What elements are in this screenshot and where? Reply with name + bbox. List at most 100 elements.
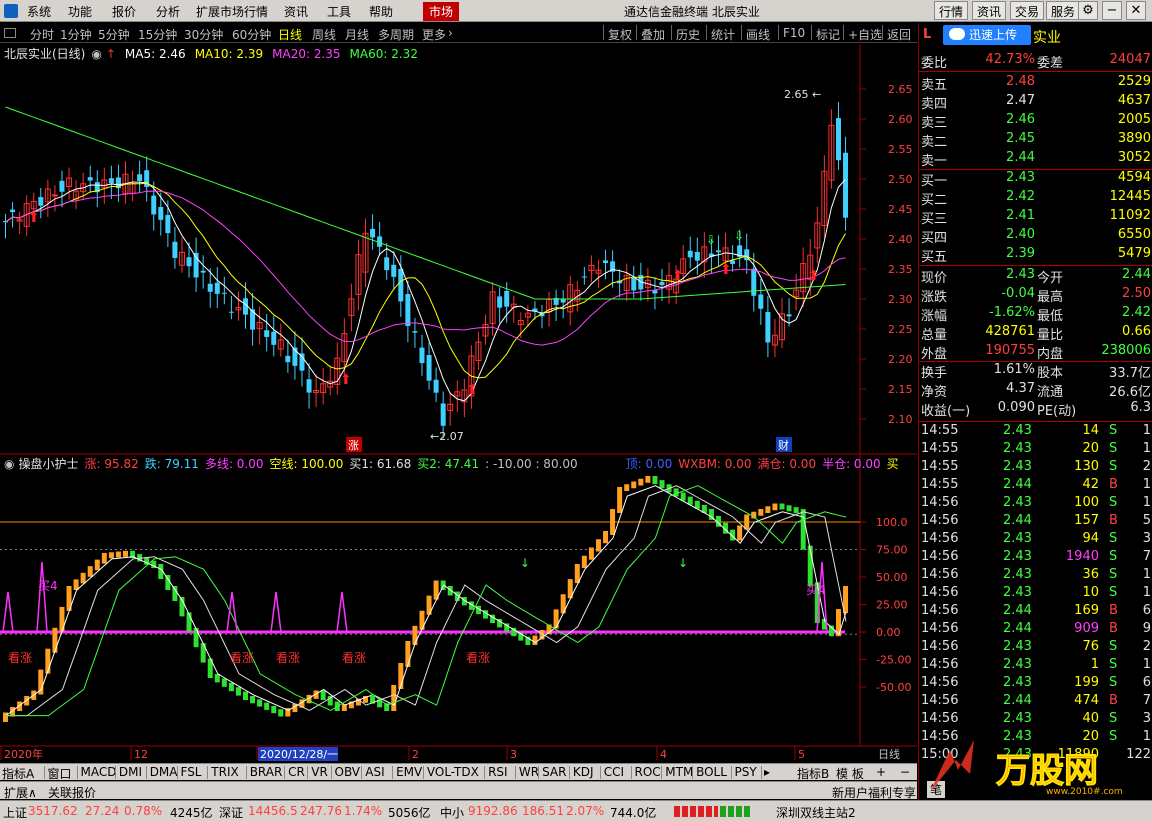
toolbar-separator [843,25,844,40]
tool-5[interactable]: F10 [783,26,805,40]
indicator-tab-0[interactable]: 指标A [2,765,34,782]
sh-value[interactable]: 3517.62 [28,804,78,818]
period-2[interactable]: 5分钟 [98,26,130,43]
tool-2[interactable]: 历史 [676,26,700,43]
tab-right-3[interactable]: − [900,765,910,779]
indicator-field-7: 顶: 0.00 [625,457,673,471]
indicator-bar [645,476,651,483]
top-nav-3[interactable]: 服务 [1046,1,1081,20]
indicator-tab-13[interactable]: VOL-TDX [427,765,479,779]
candle-body [419,347,425,364]
top-nav-2[interactable]: 交易 [1010,1,1045,20]
server-name[interactable]: 深圳双线主站2 [776,804,856,821]
indicator-bar [793,507,799,514]
tab-scroll-right-icon[interactable]: ▸ [764,765,770,779]
menu-item-1[interactable]: 功能 [68,3,92,20]
indicator-tab-20[interactable]: MTM [665,765,693,779]
tab-right-0[interactable]: 指标B [797,765,829,782]
more-chevron-icon[interactable]: › [448,26,453,40]
indicator-bar [412,625,418,645]
hollow-arrow-icon: ⇩ [734,229,744,243]
tool-0[interactable]: 复权 [608,26,632,43]
tick-count: 1 [1142,477,1151,492]
tool-7[interactable]: +自选 [848,26,882,43]
indicator-tab-10[interactable]: OBV [335,765,361,779]
tick-time: 14:56 [921,621,959,636]
stat-row: 外盘 190755 内盘 238006 [919,342,1152,362]
tab-right-2[interactable]: + [876,765,886,779]
settings-icon[interactable]: ⚙ [1078,1,1098,20]
tab-separator [361,766,363,779]
layout-icon[interactable] [4,28,16,38]
tick-row: 14:56 2.44 474 B 7 [919,693,1152,711]
minimize-icon[interactable]: − [1102,1,1122,20]
indicator-bar [59,606,65,632]
indicator-tab-8[interactable]: CR [288,765,305,779]
indicator-tab-15[interactable]: WR [519,765,539,779]
new-user-promo-link[interactable]: 新用户福利专享 [832,784,916,801]
indicator-tab-6[interactable]: TRIX [211,765,238,779]
stat-label-2: 股本 [1037,366,1064,381]
indicator-tab-11[interactable]: ASI [365,765,384,779]
tick-row: 14:55 2.43 20 S 1 [919,441,1152,459]
tool-8[interactable]: 返回 [887,26,911,43]
menu-item-5[interactable]: 资讯 [284,3,308,20]
indicator-tab-12[interactable]: EMV [396,765,422,779]
indicator-tab-1[interactable]: 窗口 [48,765,72,782]
tick-time: 14:56 [921,675,959,690]
period-1[interactable]: 1分钟 [60,26,92,43]
expand-button[interactable]: 扩展∧ [4,784,37,801]
top-nav-0[interactable]: 行情 [934,1,969,20]
zx-value[interactable]: 9192.86 [468,804,518,818]
period-4[interactable]: 30分钟 [184,26,223,43]
period-0[interactable]: 分时 [30,26,54,43]
tool-6[interactable]: 标记 [816,26,840,43]
period-3[interactable]: 15分钟 [138,26,177,43]
menu-item-4[interactable]: 扩展市场行情 [196,3,268,20]
indicator-tab-9[interactable]: VR [311,765,328,779]
period-8[interactable]: 月线 [345,26,369,43]
menu-item-6[interactable]: 工具 [327,3,351,20]
tool-1[interactable]: 叠加 [641,26,665,43]
indicator-tab-18[interactable]: CCI [604,765,624,779]
period-6[interactable]: 日线 [278,26,302,43]
period-10[interactable]: 更多 [422,26,446,43]
tab-right-1[interactable]: 模 板 [836,765,864,782]
top-nav-1[interactable]: 资讯 [972,1,1007,20]
sz-value[interactable]: 14456.5 [248,804,298,818]
indicator-tab-2[interactable]: MACD [81,765,117,779]
indicator-tab-3[interactable]: DMI [119,765,142,779]
tick-price: 2.43 [1003,423,1032,438]
menu-item-0[interactable]: 系统 [27,3,51,20]
tick-row: 14:56 2.43 199 S 6 [919,675,1152,693]
tool-4[interactable]: 画线 [746,26,770,43]
indicator-tab-14[interactable]: RSI [488,765,508,779]
market-tab[interactable]: 市场 [423,2,460,21]
tick-row: 14:56 2.43 94 S 3 [919,531,1152,549]
tick-volume: 40 [1082,711,1099,726]
stat-label: 涨幅 [921,309,948,324]
menu-item-7[interactable]: 帮助 [369,3,393,20]
indicator-tab-7[interactable]: BRAR [250,765,283,779]
gear-icon[interactable]: ◉ [91,47,101,61]
close-icon[interactable]: ✕ [1126,1,1146,20]
indicator-tab-5[interactable]: FSL [181,765,202,779]
tool-3[interactable]: 统计 [711,26,735,43]
period-5[interactable]: 60分钟 [232,26,271,43]
indicator-tab-16[interactable]: SAR [542,765,566,779]
menu-item-2[interactable]: 报价 [112,3,136,20]
tab-separator [145,766,147,779]
indicator-tab-4[interactable]: DMA [150,765,178,779]
gear-icon[interactable]: ◉ [4,457,14,471]
period-9[interactable]: 多周期 [378,26,414,43]
bid-row: 买二 2.42 12445 [919,188,1152,208]
menu-item-3[interactable]: 分析 [156,3,180,20]
related-quote-button[interactable]: 关联报价 [48,784,96,801]
indicator-tab-19[interactable]: ROC [635,765,661,779]
indicator-tab-17[interactable]: KDJ [573,765,594,779]
indicator-tab-22[interactable]: PSY [735,765,757,779]
kline-chart[interactable]: 2.65 2.60 2.55 2.50 2.45 2.40 2.35 2.30 2.25 2.20… [0,44,917,764]
period-7[interactable]: 周线 [312,26,336,43]
stat-row: 净资 4.37 流通 26.6亿 [919,380,1152,400]
indicator-tab-21[interactable]: BOLL [696,765,727,779]
